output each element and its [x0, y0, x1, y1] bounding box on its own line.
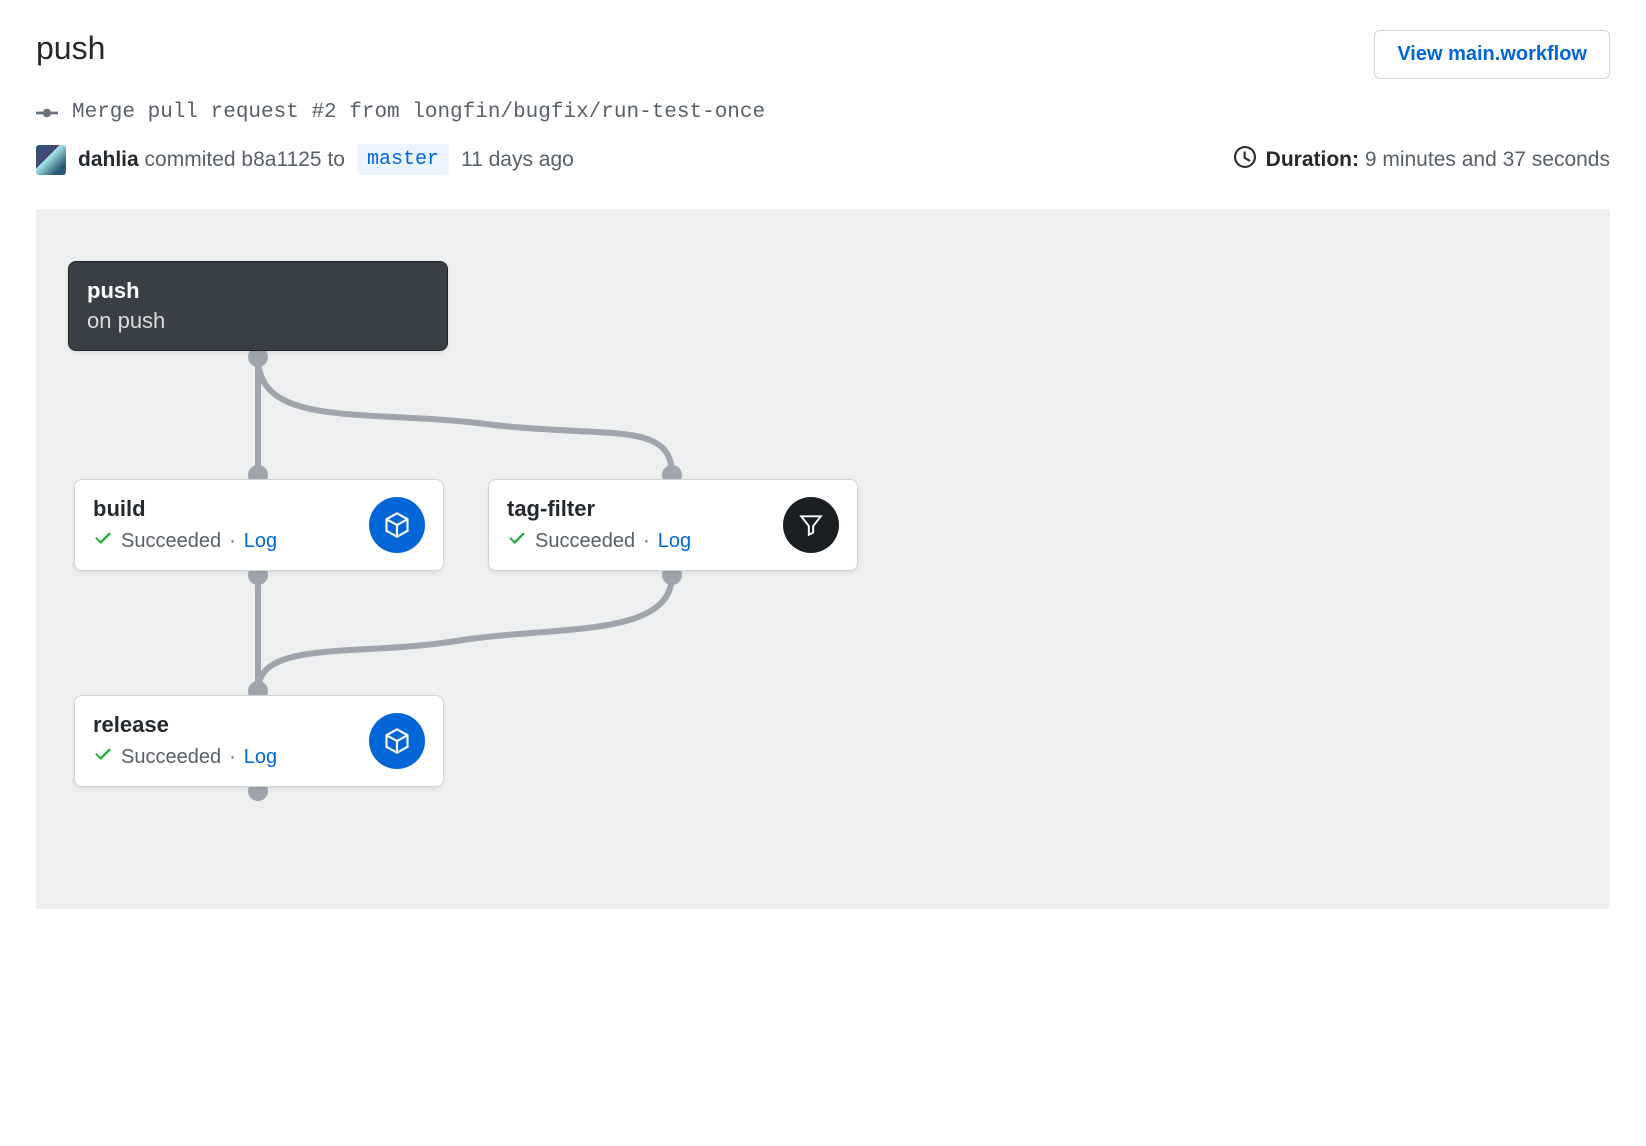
status-text: Succeeded: [121, 530, 221, 553]
commit-message: Merge pull request #2 from longfin/bugfi…: [72, 101, 765, 124]
cube-icon: [369, 497, 425, 553]
commited-word: commited: [145, 148, 236, 171]
check-icon: [507, 528, 527, 554]
view-workflow-button[interactable]: View main.workflow: [1374, 30, 1610, 79]
trigger-title: push: [87, 278, 429, 304]
clock-icon: [1234, 146, 1256, 174]
commit-time: 11 days ago: [461, 148, 574, 172]
duration-value: 9 minutes and 37 seconds: [1365, 148, 1610, 171]
author-link[interactable]: dahlia: [78, 148, 139, 171]
log-link[interactable]: Log: [244, 746, 277, 769]
action-node-tag-filter[interactable]: tag-filter Succeeded · Log: [488, 479, 858, 571]
action-title: tag-filter: [507, 496, 771, 522]
check-icon: [93, 528, 113, 554]
cube-icon: [369, 713, 425, 769]
page-title: push: [36, 30, 105, 67]
action-title: build: [93, 496, 357, 522]
status-text: Succeeded: [535, 530, 635, 553]
avatar[interactable]: [36, 145, 66, 175]
check-icon: [93, 744, 113, 770]
duration-label: Duration:: [1266, 148, 1359, 171]
action-node-release[interactable]: release Succeeded · Log: [74, 695, 444, 787]
to-word: to: [327, 148, 345, 171]
action-title: release: [93, 712, 357, 738]
log-link[interactable]: Log: [658, 530, 691, 553]
status-text: Succeeded: [121, 746, 221, 769]
action-node-build[interactable]: build Succeeded · Log: [74, 479, 444, 571]
log-link[interactable]: Log: [244, 530, 277, 553]
trigger-subtitle: on push: [87, 308, 429, 334]
workflow-trigger-node[interactable]: push on push: [68, 261, 448, 351]
commit-icon: [36, 102, 58, 124]
commit-sha[interactable]: b8a1125: [241, 148, 321, 171]
branch-pill[interactable]: master: [357, 144, 449, 175]
workflow-canvas[interactable]: push on push build Succeeded · Log tag-f…: [36, 209, 1610, 909]
filter-icon: [783, 497, 839, 553]
